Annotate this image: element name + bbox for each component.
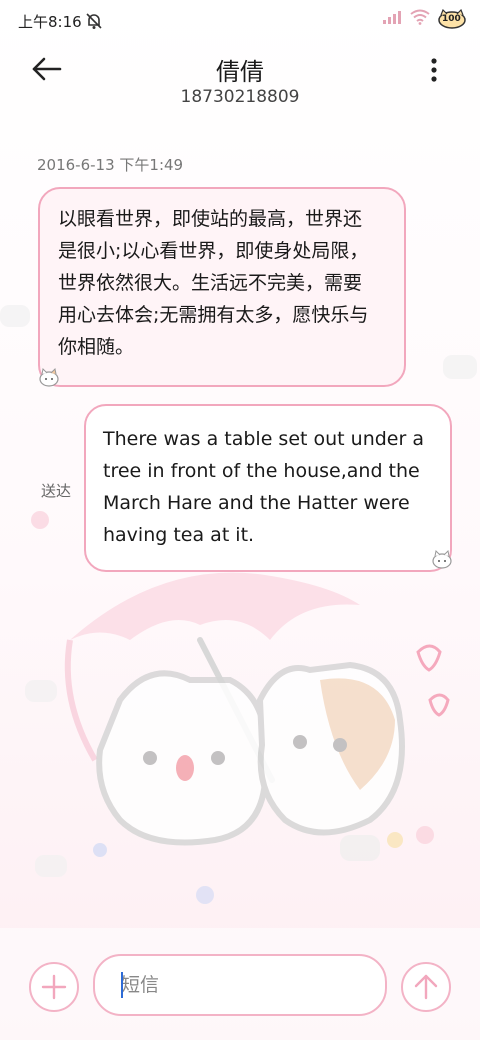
message-input[interactable] (93, 954, 387, 1016)
delivery-status: 送达 (41, 482, 72, 500)
message-line: 世界依然很大。生活远不完美，需要 (58, 272, 363, 294)
plus-icon (41, 974, 67, 1000)
send-button[interactable] (401, 962, 451, 1012)
text-caret (121, 972, 123, 998)
message-line: having tea at it. (103, 524, 255, 546)
message-line: tree in front of the house,and the (103, 460, 420, 482)
message-line: There was a table set out under a (103, 428, 424, 450)
status-bar: 上午8:16 100 (0, 0, 480, 42)
contact-phone: 18730218809 (180, 87, 300, 107)
contact-name: 倩倩 (216, 58, 264, 86)
arrow-up-icon (414, 974, 438, 1000)
wifi-icon (410, 9, 430, 29)
battery-level: 100 (442, 14, 461, 24)
message-timestamp: 2016-6-13 下午1:49 (37, 156, 184, 174)
add-attachment-button[interactable] (29, 962, 79, 1012)
message-line: 你相随。 (58, 336, 135, 358)
cat-sticker-icon (431, 549, 453, 573)
message-line: 用心去体会;无需拥有太多，愿快乐与 (58, 304, 369, 326)
outgoing-message-bubble[interactable]: There was a table set out under a tree i… (84, 404, 452, 572)
signal-icon (382, 9, 402, 29)
cat-sticker-icon (38, 367, 60, 391)
incoming-message-bubble[interactable]: 以眼看世界，即使站的最高，世界还 是很小;以心看世界，即使身处局限， 世界依然很… (38, 187, 406, 387)
muted-bell-icon (84, 11, 104, 35)
message-line: 以眼看世界，即使站的最高，世界还 (58, 208, 363, 230)
message-line: March Hare and the Hatter were (103, 492, 410, 514)
more-options-icon[interactable] (424, 56, 444, 84)
message-line: 是很小;以心看世界，即使身处局限， (58, 240, 369, 262)
battery-icon: 100 (438, 9, 466, 29)
status-time: 上午8:16 (18, 13, 82, 31)
